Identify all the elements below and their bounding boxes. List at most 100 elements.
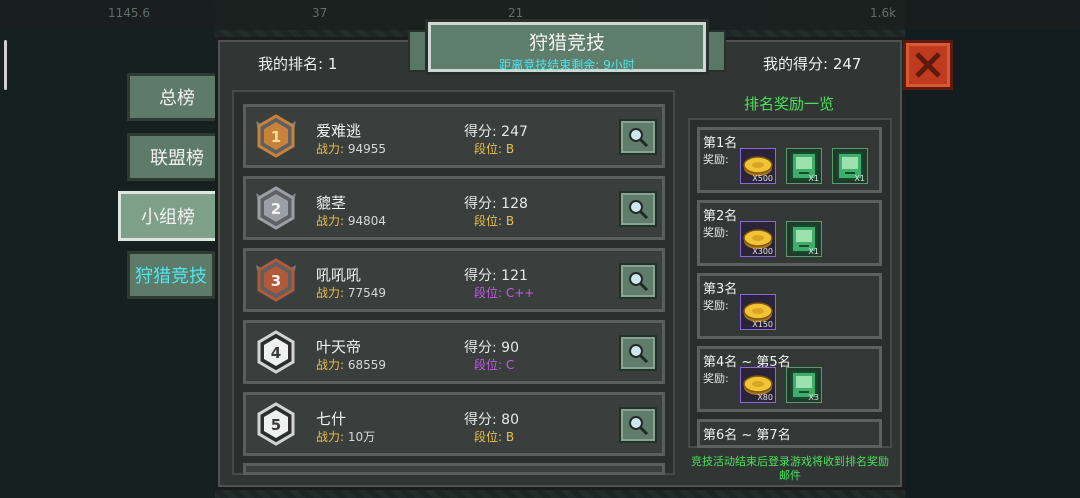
stat-value: 1.6k [870, 6, 897, 20]
banner-ribbon-right [704, 30, 726, 72]
ranking-row[interactable]: 1 爱难逃 战力: 94955 得分: 247 段位: B [243, 104, 665, 168]
close-button[interactable] [903, 40, 953, 90]
score-text: 得分: 121 [464, 268, 528, 284]
power-label: 战力: [316, 142, 345, 156]
gold-coin-icon[interactable]: X500 [740, 148, 776, 184]
green-card-icon[interactable]: X1 [786, 221, 822, 257]
rank-badge-icon: 3 [252, 257, 300, 303]
green-card-icon[interactable]: X1 [786, 148, 822, 184]
score-text: 得分: 247 [464, 124, 528, 140]
svg-text:3: 3 [271, 272, 281, 290]
page-title: 狩猎竞技 [528, 32, 605, 54]
reward-label: 奖励: [703, 153, 729, 166]
reward-label: 奖励: [703, 299, 729, 312]
item-quantity: X3 [808, 393, 819, 402]
view-player-button[interactable] [619, 407, 657, 443]
rank-badge-icon: 2 [252, 185, 300, 231]
power-text: 战力: 10万 [316, 428, 375, 445]
reward-tier-card: 第6名 ~ 第7名 [697, 419, 882, 448]
tab-overall[interactable]: 总榜 [127, 73, 227, 121]
green-card-icon[interactable]: X3 [786, 367, 822, 403]
title-banner: 狩猎竞技 距离竞技结束剩余: 9小时 [425, 19, 709, 75]
svg-text:4: 4 [271, 344, 281, 362]
close-icon [915, 52, 941, 78]
stat-value: 21 [508, 6, 524, 20]
item-quantity: X1 [808, 247, 819, 256]
player-name: 貔茎 [316, 194, 347, 212]
power-value: 94804 [347, 214, 387, 228]
reward-rank: 第6名 ~ 第7名 [703, 428, 791, 443]
my-score: 我的得分: 247 [763, 55, 862, 73]
view-player-button[interactable] [619, 263, 657, 299]
gold-coin-icon[interactable]: X150 [740, 294, 776, 330]
tab-group[interactable]: 小组榜 [118, 191, 218, 241]
player-name: 爱难逃 [316, 122, 362, 140]
power-label: 战力: [316, 430, 345, 444]
rewards-title: 排名奖励一览 [743, 95, 834, 113]
item-quantity: X150 [752, 320, 773, 329]
reward-tier-card: 第4名 ~ 第5名 奖励: X80 X3 [697, 346, 882, 412]
my-rank: 我的排名: 1 [258, 55, 338, 73]
scroll-indicator [4, 40, 7, 90]
score-text: 得分: 80 [464, 412, 519, 428]
power-text: 战力: 77549 [316, 284, 386, 301]
view-player-button[interactable] [619, 119, 657, 155]
power-label: 战力: [316, 358, 345, 372]
ranking-row[interactable]: 2 貔茎 战力: 94804 得分: 128 段位: B [243, 176, 665, 240]
item-quantity: X500 [752, 174, 773, 183]
green-card-icon[interactable]: X1 [832, 148, 868, 184]
svg-text:5: 5 [271, 416, 281, 434]
power-value: 10万 [347, 430, 376, 444]
countdown-text: 距离竞技结束剩余: 9小时 [499, 58, 635, 72]
power-label: 战力: [316, 214, 345, 228]
tab-label: 狩猎竞技 [135, 266, 207, 287]
rewards-footer-note: 竞技活动结束后登录游戏将收到排名奖励邮件 [691, 455, 889, 482]
tab-label: 总榜 [159, 88, 195, 109]
reward-tier-card: 第2名奖励: X300 X1 [697, 200, 882, 266]
view-player-button[interactable] [619, 191, 657, 227]
reward-tier-card: 第1名 奖励: X500 X1 X1 [697, 127, 882, 193]
power-value: 94955 [347, 142, 387, 156]
score-text: 得分: 128 [464, 196, 528, 212]
rank-badge-icon: 5 [252, 401, 300, 447]
view-player-button[interactable] [619, 335, 657, 371]
banner-ribbon-left [408, 30, 430, 72]
magnifier-icon [629, 128, 649, 148]
power-text: 战力: 68559 [316, 356, 386, 373]
gold-coin-icon[interactable]: X80 [740, 367, 776, 403]
item-quantity: X300 [752, 247, 773, 256]
magnifier-icon [629, 416, 649, 436]
rank-badge-icon: 1 [252, 113, 300, 159]
gold-coin-icon[interactable]: X300 [740, 221, 776, 257]
tier-text: 段位: B [474, 430, 515, 444]
rank-badge-icon: 4 [252, 329, 300, 375]
player-name: 七什 [316, 410, 347, 428]
score-text: 得分: 90 [464, 340, 519, 356]
svg-text:1: 1 [271, 128, 281, 146]
player-name: 吼吼吼 [316, 266, 362, 284]
ranking-row[interactable]: 3 吼吼吼 战力: 77549 得分: 121 段位: C++ [243, 248, 665, 312]
reward-label: 奖励: [703, 372, 729, 385]
power-text: 战力: 94804 [316, 212, 386, 229]
reward-rank: 第2名 [703, 209, 738, 224]
player-name: 叶天帝 [316, 338, 362, 356]
item-quantity: X1 [808, 174, 819, 183]
tier-text: 段位: B [474, 142, 515, 156]
ranking-row[interactable]: 5 七什 战力: 10万 得分: 80 段位: B [243, 392, 665, 456]
reward-rank: 第3名 [703, 282, 738, 297]
svg-text:2: 2 [271, 200, 281, 218]
stat-value: 1145.6 [108, 6, 150, 20]
magnifier-icon [629, 272, 649, 292]
ranking-row[interactable]: 4 叶天帝 战力: 68559 得分: 90 段位: C [243, 320, 665, 384]
tier-text: 段位: C++ [474, 286, 535, 300]
reward-label: 奖励: [703, 226, 729, 239]
item-quantity: X80 [757, 393, 773, 402]
ranking-row[interactable] [243, 463, 665, 475]
power-value: 77549 [347, 286, 387, 300]
stat-value: 37 [312, 6, 328, 20]
power-text: 战力: 94955 [316, 140, 386, 157]
tab-alliance[interactable]: 联盟榜 [127, 133, 227, 181]
tab-hunting[interactable]: 狩猎竞技 [127, 251, 215, 299]
tab-label: 联盟榜 [150, 148, 204, 169]
power-value: 68559 [347, 358, 387, 372]
